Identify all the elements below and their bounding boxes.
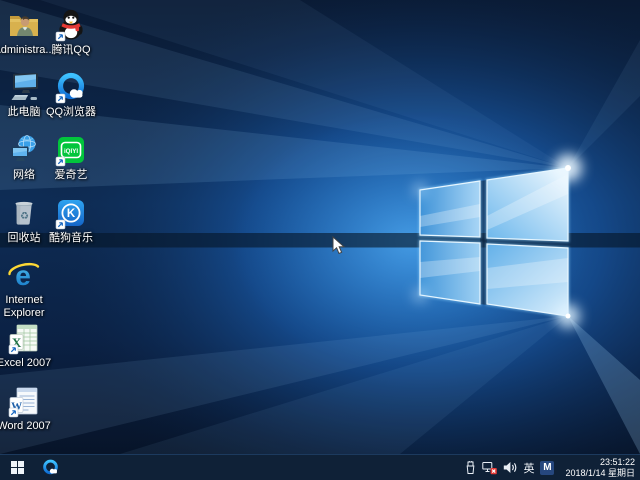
shortcut-arrow-badge (55, 219, 66, 230)
desktop-icon-internet-explorer[interactable]: e Internet Explorer (0, 258, 56, 320)
desktop-icon-word-2007[interactable]: W Word 2007 (0, 384, 56, 433)
shortcut-arrow-badge (55, 156, 66, 167)
taskbar: 英 M 23:51:22 2018/1/14 星期日 (0, 454, 640, 480)
desktop-icon-excel-2007[interactable]: X Excel 2007 (0, 321, 56, 370)
desktop-icon-label: 爱奇艺 (54, 169, 88, 181)
excel-icon: X (8, 324, 38, 355)
user-folder-icon (10, 16, 38, 36)
word-icon: W (8, 387, 38, 418)
desktop-icon-label: Excel 2007 (0, 357, 52, 369)
desktop-icon-label: 腾讯QQ (51, 44, 91, 56)
shortcut-arrow-badge (55, 31, 66, 42)
desktop-icon-qq-browser[interactable]: QQ浏览器 (39, 70, 103, 119)
ie-icon: e (8, 260, 40, 291)
desktop-icon-label: Word 2007 (0, 420, 51, 432)
system-tray: 英 M 23:51:22 2018/1/14 星期日 (465, 455, 640, 480)
shortcut-arrow-badge (55, 93, 66, 104)
screen: Administra... 此电脑 网络 (0, 0, 640, 480)
clock-date: 2018/1/14 星期日 (565, 467, 635, 478)
desktop-icon-label: Internet Explorer (3, 294, 45, 319)
input-language-indicator[interactable]: 英 (523, 455, 534, 480)
svg-text:K: K (67, 208, 76, 220)
network-disconnected-tray-icon[interactable] (482, 455, 498, 480)
recycle-bin-icon: ♻ (15, 201, 33, 225)
start-button[interactable] (0, 455, 34, 480)
iqiyi-icon: iQIYI (55, 137, 84, 167)
desktop-icon-iqiyi[interactable]: iQIYI 爱奇艺 (39, 133, 103, 182)
mouse-cursor (332, 236, 345, 255)
desktop-icon-label: 酷狗音乐 (49, 232, 93, 244)
computer-icon (11, 72, 38, 100)
network-globe-icon (11, 135, 36, 161)
taskbar-clock[interactable]: 23:51:22 2018/1/14 星期日 (560, 457, 635, 479)
kugou-icon: K (55, 200, 84, 230)
qq-browser-icon (55, 72, 85, 104)
taskbar-qq-browser-button[interactable] (34, 455, 66, 480)
shortcut-arrow-badge (8, 407, 19, 418)
svg-text:iQIYI: iQIYI (64, 148, 78, 155)
windows-start-icon (10, 461, 24, 474)
desktop-icon-kugou-music[interactable]: K 酷狗音乐 (39, 196, 103, 245)
qq-penguin-icon (55, 9, 83, 42)
usb-device-tray-icon[interactable] (465, 455, 476, 480)
svg-text:♻: ♻ (20, 211, 29, 222)
desktop-icon-label: QQ浏览器 (45, 106, 97, 118)
qq-browser-icon (42, 459, 58, 475)
shortcut-arrow-badge (8, 344, 19, 355)
clock-time: 23:51:22 (599, 456, 635, 467)
input-method-badge[interactable]: M (540, 460, 555, 475)
volume-tray-icon[interactable] (503, 455, 517, 480)
desktop-icon-tencent-qq[interactable]: 腾讯QQ (39, 8, 103, 57)
